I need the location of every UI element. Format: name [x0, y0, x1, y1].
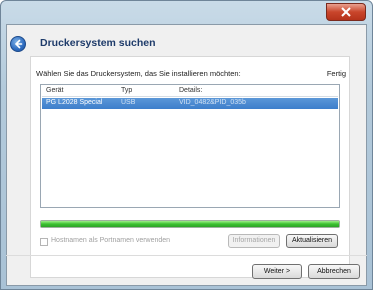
- row-details-cell: VID_0482&PID_035b: [179, 99, 246, 106]
- printer-list[interactable]: Gerät Typ Details: PG L2028 Special USB …: [40, 84, 340, 208]
- information-button[interactable]: Informationen: [228, 234, 280, 248]
- close-icon: [341, 7, 351, 17]
- header-divider: [42, 96, 338, 97]
- back-arrow-icon: [14, 39, 23, 49]
- progress-fill: [41, 221, 339, 227]
- cancel-button[interactable]: Abbrechen: [308, 264, 360, 279]
- progress-bar: [40, 220, 340, 228]
- next-button[interactable]: Weiter >: [252, 264, 302, 279]
- back-button[interactable]: [10, 36, 26, 52]
- hostname-checkbox[interactable]: [40, 238, 48, 246]
- column-header-device[interactable]: Gerät: [46, 87, 64, 94]
- footer-divider: [6, 255, 367, 256]
- column-header-details[interactable]: Details:: [179, 87, 202, 94]
- hostname-checkbox-label[interactable]: Hostnamen als Portnamen verwenden: [51, 237, 170, 244]
- dialog-title: Druckersystem suchen: [40, 37, 156, 49]
- refresh-button[interactable]: Aktualisieren: [286, 234, 338, 248]
- instruction-text: Wählen Sie das Druckersystem, das Sie in…: [36, 69, 241, 78]
- row-device-cell: PG L2028 Special: [46, 99, 103, 106]
- close-button[interactable]: [326, 3, 366, 21]
- status-text: Fertig: [326, 69, 346, 78]
- row-type-cell: USB: [121, 99, 136, 106]
- column-header-type[interactable]: Typ: [121, 87, 132, 94]
- table-row[interactable]: PG L2028 Special USB VID_0482&PID_035b: [42, 98, 338, 109]
